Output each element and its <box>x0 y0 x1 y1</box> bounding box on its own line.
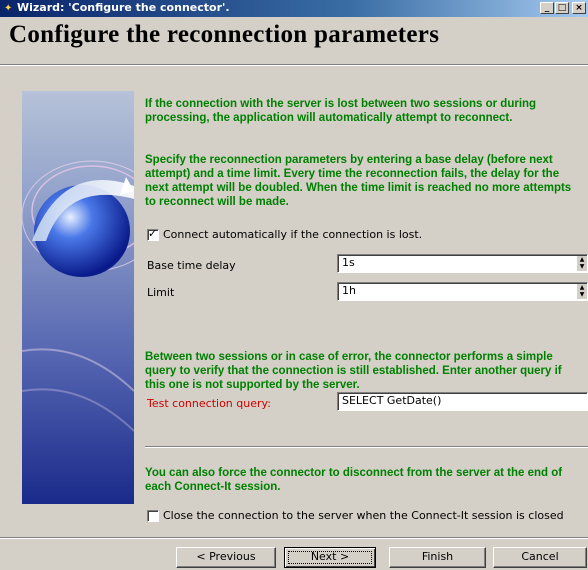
close-connection-checkbox[interactable] <box>147 510 159 522</box>
section-divider <box>145 446 588 448</box>
spin-up-icon[interactable]: ▲ <box>577 284 587 291</box>
focus-rect <box>288 551 372 564</box>
wizard-icon: ✦ <box>4 3 13 14</box>
limit-field[interactable]: 1h ▲ ▼ <box>337 282 588 301</box>
footer-divider <box>0 537 588 539</box>
spin-down-icon[interactable]: ▼ <box>577 291 587 298</box>
base-delay-field[interactable]: 1s ▲ ▼ <box>337 254 588 273</box>
title-bar: ✦ Wizard: 'Configure the connector'. _ □… <box>0 0 588 17</box>
check-icon: ✓ <box>148 227 158 240</box>
close-button[interactable]: × <box>572 2 586 14</box>
spin-up-icon[interactable]: ▲ <box>577 256 587 263</box>
test-query-input[interactable]: SELECT GetDate() <box>337 392 588 411</box>
wizard-graphic <box>22 91 134 504</box>
test-query-label: Test connection query: <box>147 397 271 410</box>
test-query-description: Between two sessions or in case of error… <box>145 351 562 391</box>
limit-label: Limit <box>147 286 175 299</box>
intro-text-1: If the connection with the server is los… <box>145 98 537 124</box>
close-connection-label[interactable]: Close the connection to the server when … <box>163 509 564 522</box>
window-title: Wizard: 'Configure the connector'. <box>17 1 230 14</box>
previous-button[interactable]: < Previous <box>176 547 276 568</box>
auto-connect-label[interactable]: Connect automatically if the connection … <box>163 228 422 241</box>
limit-spinner[interactable]: ▲ ▼ <box>577 284 587 299</box>
globe-icon <box>22 160 134 432</box>
maximize-button[interactable]: □ <box>555 2 569 14</box>
next-button[interactable]: Next > <box>284 547 376 568</box>
finish-button[interactable]: Finish <box>389 547 486 568</box>
base-delay-label: Base time delay <box>147 259 236 272</box>
spin-down-icon[interactable]: ▼ <box>577 263 587 270</box>
limit-value: 1h <box>342 284 356 297</box>
page-title: Configure the reconnection parameters <box>9 21 440 48</box>
minimize-button[interactable]: _ <box>540 2 554 14</box>
header-divider <box>0 64 588 66</box>
base-delay-spinner[interactable]: ▲ ▼ <box>577 256 587 271</box>
disconnect-description: You can also force the connector to disc… <box>145 467 563 493</box>
base-delay-value: 1s <box>342 256 355 269</box>
cancel-button[interactable]: Cancel <box>493 547 587 568</box>
intro-text-2: Specify the reconnection parameters by e… <box>145 154 572 208</box>
auto-connect-checkbox[interactable]: ✓ <box>147 227 159 241</box>
